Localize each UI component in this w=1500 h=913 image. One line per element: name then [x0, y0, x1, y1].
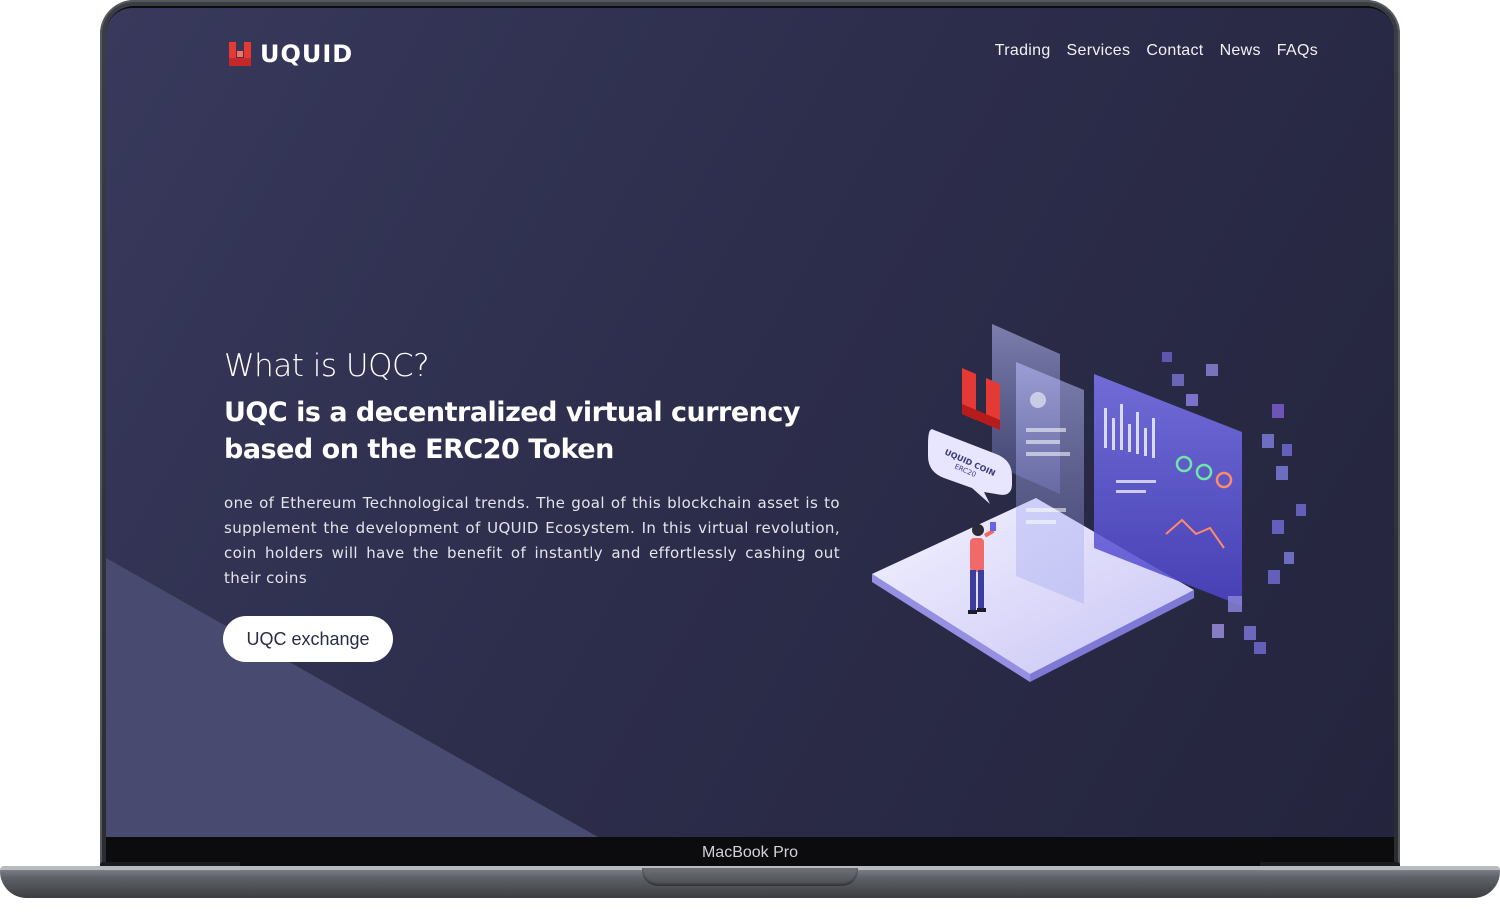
nav-link-news[interactable]: News — [1220, 42, 1261, 60]
nav-link-faqs[interactable]: FAQs — [1277, 42, 1318, 60]
hero-description: one of Ethereum Technological trends. Th… — [224, 494, 840, 587]
hero-kicker: What is UQC? — [224, 348, 430, 384]
device-label: MacBook Pro — [701, 844, 799, 861]
uqc-exchange-button[interactable]: UQC exchange — [223, 616, 393, 662]
laptop-opening-notch — [642, 868, 858, 886]
logo-text: UQUID — [260, 40, 354, 68]
uquid-logo[interactable]: UQUID — [228, 40, 353, 68]
blockchain-illustration: UQUID COIN ERC20 — [872, 324, 1306, 682]
hero-title: UQC is a decentralized virtual currency … — [224, 397, 801, 465]
logo-mark-icon — [229, 42, 251, 66]
nav-link-services[interactable]: Services — [1067, 42, 1131, 60]
nav-link-trading[interactable]: Trading — [995, 42, 1051, 60]
laptop-screen: UQUID Trading Services Contact News FAQs… — [106, 8, 1394, 837]
nav-link-contact[interactable]: Contact — [1146, 42, 1203, 60]
main-nav: Trading Services Contact News FAQs — [995, 42, 1318, 60]
glass-panel-front — [1016, 362, 1084, 604]
